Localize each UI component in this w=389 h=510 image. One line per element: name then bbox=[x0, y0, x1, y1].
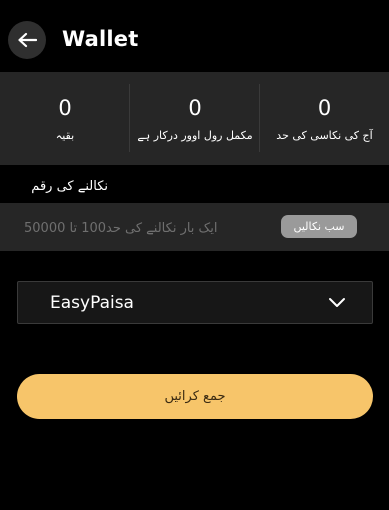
stat-balance: 0 بقیہ bbox=[0, 72, 130, 165]
chevron-down-icon bbox=[329, 298, 345, 307]
page-title: Wallet bbox=[62, 27, 139, 51]
submit-button[interactable]: جمع کرائیں bbox=[17, 374, 373, 419]
app-header: Wallet bbox=[0, 0, 389, 72]
withdraw-amount-label: نکالنے کی رقم bbox=[31, 179, 108, 194]
stat-daily-limit: 0 آج کی نکاسی کی حد bbox=[260, 72, 389, 165]
arrow-left-icon bbox=[18, 32, 37, 48]
stat-balance-value: 0 bbox=[58, 96, 72, 120]
payment-method-select[interactable]: EasyPaisa bbox=[17, 281, 373, 324]
stat-rollover-value: 0 bbox=[188, 96, 202, 120]
stat-daily-limit-value: 0 bbox=[317, 96, 332, 120]
stat-daily-limit-label: آج کی نکاسی کی حد bbox=[276, 129, 373, 142]
stat-rollover: 0 مکمل رول اوور درکار ہے bbox=[130, 72, 260, 165]
back-button[interactable] bbox=[8, 21, 46, 59]
payment-method-value: EasyPaisa bbox=[50, 293, 134, 313]
withdraw-all-button[interactable]: سب نکالیں bbox=[281, 215, 357, 238]
stat-rollover-label: مکمل رول اوور درکار ہے bbox=[137, 129, 253, 142]
withdraw-amount-input[interactable] bbox=[24, 217, 244, 239]
stat-balance-label: بقیہ bbox=[55, 129, 75, 142]
wallet-stats-panel: 0 بقیہ 0 مکمل رول اوور درکار ہے 0 آج کی … bbox=[0, 72, 389, 165]
